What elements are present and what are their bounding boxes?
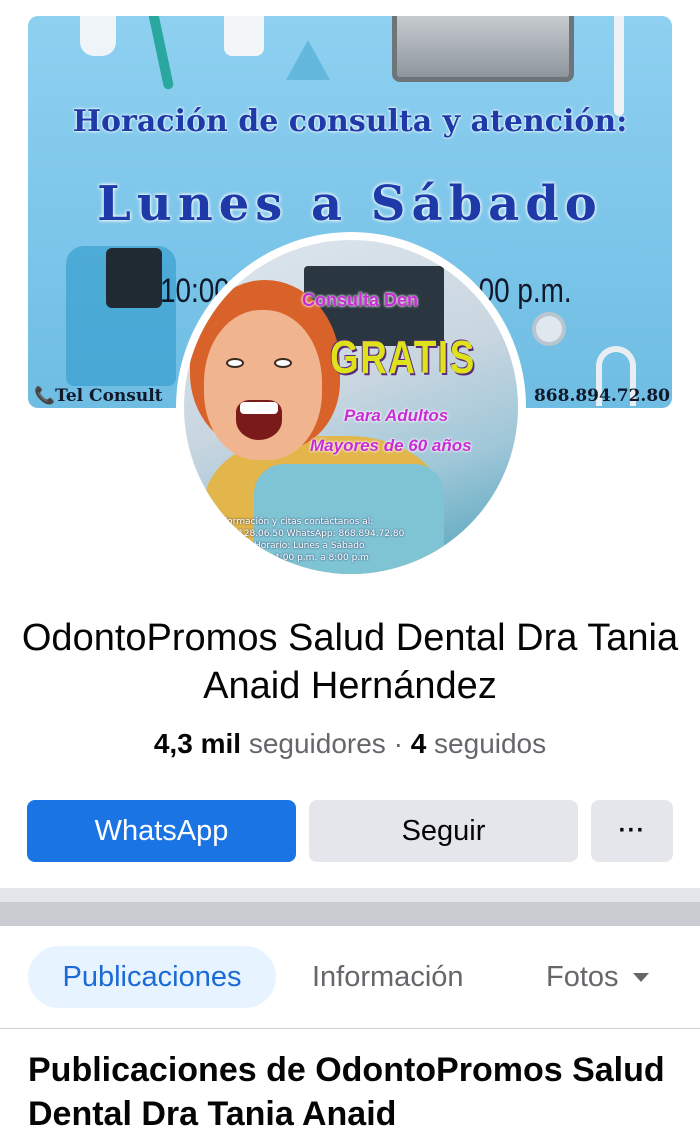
tab-label: Información	[312, 960, 464, 993]
avatar-gratis: GRATIS	[330, 331, 476, 383]
tab-fotos[interactable]: Fotos	[546, 946, 649, 1008]
more-dots-icon: ···	[618, 817, 646, 844]
tab-publicaciones[interactable]: Publicaciones	[28, 946, 276, 1008]
cap-illustration	[224, 16, 264, 56]
cover-tel-label: 📞Tel Consult	[34, 386, 163, 406]
dental-mirror-illustration	[532, 312, 566, 346]
follower-stats: 4,3 mil seguidores · 4 seguidos	[0, 728, 700, 760]
instrument-rod-illustration	[614, 16, 624, 116]
tab-label: Publicaciones	[62, 960, 242, 993]
stats-separator: ·	[393, 728, 403, 759]
avatar-contact-line: formación y citas contáctanos al:	[224, 517, 374, 527]
dental-tube-illustration	[80, 16, 116, 56]
avatar-contact-line: 128.06.50 WhatsApp: 868.894.72.80	[238, 529, 405, 539]
follow-button-label: Seguir	[401, 814, 486, 847]
section-divider	[0, 888, 700, 926]
avatar-contact-info: formación y citas contáctanos al: 128.06…	[224, 516, 454, 564]
teeth-illustration	[240, 402, 278, 414]
instrument-tray-illustration	[392, 16, 574, 82]
cover-title: Horación de consulta y atención:	[72, 104, 628, 139]
avatar-contact-line: Horario: Lunes a Sábado	[254, 541, 365, 551]
posts-section-title: Publicaciones de OdontoPromos Salud Dent…	[28, 1051, 665, 1132]
followers-label[interactable]: seguidores	[249, 728, 386, 759]
whatsapp-button[interactable]: WhatsApp	[27, 800, 296, 862]
eye-illustration	[226, 358, 244, 368]
triangle-tool-illustration	[286, 40, 330, 80]
caret-down-icon	[632, 972, 649, 982]
followers-count: 4,3 mil	[153, 728, 242, 759]
avatar-line-2: Mayores de 60 años	[310, 436, 472, 455]
profile-picture[interactable]: Consulta Den GRATIS Para Adultos Mayores…	[176, 232, 526, 582]
more-options-button[interactable]: ···	[591, 800, 673, 862]
dental-pick-illustration	[147, 16, 175, 91]
cover-phone: 868.894.72.80	[533, 386, 670, 406]
following-count: 4	[410, 728, 427, 759]
cover-days: Lunes a Sábado	[97, 176, 603, 232]
avatar-line-1: Para Adultos	[344, 406, 449, 425]
whatsapp-button-label: WhatsApp	[94, 814, 229, 847]
avatar-banner: Consulta Den	[302, 290, 419, 310]
follow-button[interactable]: Seguir	[309, 800, 578, 862]
tab-label: Fotos	[546, 960, 619, 993]
page-title: OdontoPromos Salud Dental Dra Tania Anai…	[21, 617, 679, 707]
avatar: Consulta Den GRATIS Para Adultos Mayores…	[184, 240, 518, 574]
eye-illustration	[274, 358, 292, 368]
following-label[interactable]: seguidos	[434, 728, 546, 759]
bottle-cap-illustration	[106, 248, 162, 308]
avatar-contact-line: 4:00 p.m. a 8:00 p.m	[274, 553, 369, 563]
tabs-divider	[0, 1028, 700, 1029]
tab-informacion[interactable]: Información	[312, 946, 464, 1008]
